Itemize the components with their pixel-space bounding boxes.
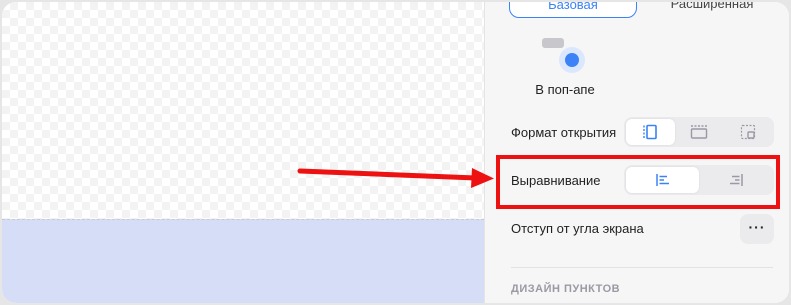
settings-panel: Базовая Расширенная В поп-апе Формат отк… — [484, 2, 789, 303]
align-left-button[interactable] — [626, 167, 699, 193]
open-format-label: Формат открытия — [511, 125, 617, 140]
tab-basic[interactable]: Базовая — [509, 2, 637, 18]
preview-page-area — [2, 219, 484, 303]
align-right-icon — [729, 174, 743, 186]
annotation-arrow-icon — [297, 168, 494, 188]
section-title-item-design: ДИЗАЙН ПУНКТОВ — [511, 283, 621, 295]
divider — [511, 267, 773, 268]
tab-extended[interactable]: Расширенная — [657, 2, 767, 18]
align-right-button[interactable] — [699, 167, 772, 193]
open-format-sidebar-button[interactable] — [626, 119, 675, 145]
open-format-corner-button[interactable] — [723, 119, 772, 145]
sidebar-open-icon — [643, 124, 658, 140]
more-options-button[interactable]: ··· — [740, 214, 774, 244]
top-panel-icon — [690, 125, 708, 139]
popup-mode-icon[interactable] — [542, 36, 586, 76]
corner-popup-icon — [740, 124, 755, 140]
popup-mode-label: В поп-апе — [535, 82, 595, 97]
align-left-icon — [655, 174, 669, 186]
corner-offset-label: Отступ от угла экрана — [511, 221, 644, 236]
alignment-label: Выравнивание — [511, 173, 601, 188]
alignment-selector — [624, 165, 774, 195]
open-format-top-button[interactable] — [675, 119, 724, 145]
screenshot-frame: Базовая Расширенная В поп-апе Формат отк… — [2, 2, 789, 303]
open-format-selector — [624, 117, 774, 147]
preview-canvas — [2, 2, 484, 303]
